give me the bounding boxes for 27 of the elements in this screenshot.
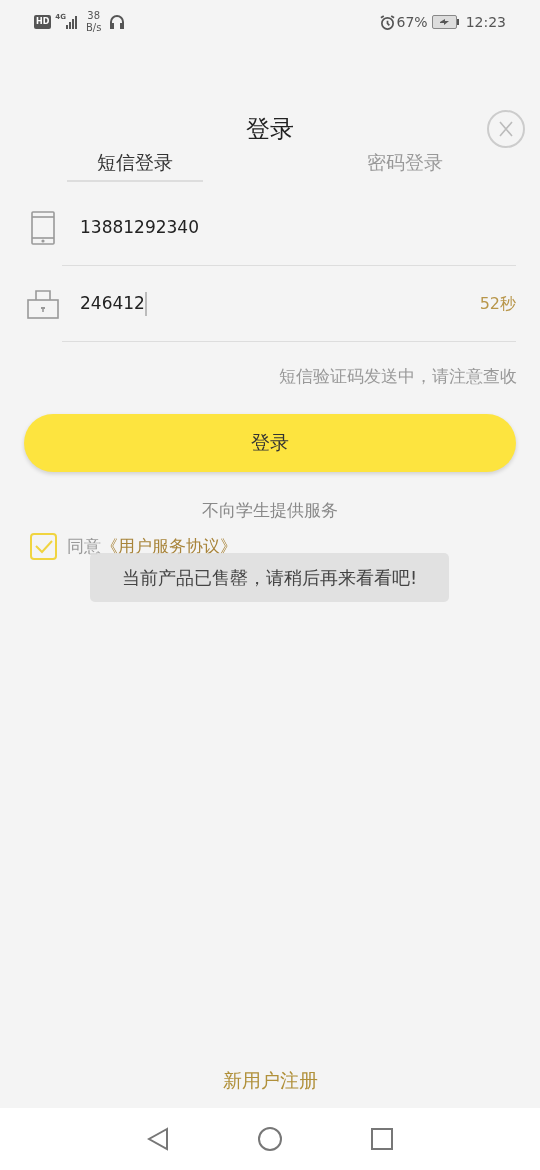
lock-icon <box>27 289 59 319</box>
student-notice: 不向学生提供服务 <box>201 498 339 522</box>
recent-apps-icon[interactable] <box>371 1128 393 1150</box>
hd-icon: HD <box>34 15 52 29</box>
alarm-icon <box>379 14 395 30</box>
back-icon[interactable] <box>147 1127 169 1151</box>
close-icon <box>499 121 513 137</box>
battery-percent: 67% <box>396 12 428 32</box>
phone-number-field[interactable]: 13881292340 <box>62 190 516 266</box>
text-cursor <box>144 291 147 316</box>
verification-code-field[interactable]: 246412 52秒 <box>62 266 516 342</box>
signal-icon <box>65 15 78 29</box>
headphones-icon <box>109 14 126 30</box>
clock-time: 12:23 <box>465 12 506 32</box>
page-title: 登录 <box>246 114 294 144</box>
battery-charging-icon <box>431 15 460 29</box>
phone-icon <box>31 211 55 245</box>
login-tab[interactable]: 短信登录 <box>67 144 203 182</box>
sold-out-toast: 当前产品已售罄，请稍后再来看看吧! <box>90 553 449 602</box>
countdown-timer: 52秒 <box>479 292 516 315</box>
login-button[interactable]: 登录 <box>24 413 516 472</box>
home-icon[interactable] <box>257 1126 283 1152</box>
speed-value: 38 <box>87 10 101 22</box>
sms-sending-hint: 短信验证码发送中，请注意查收 <box>278 365 518 388</box>
speed-unit: B/s <box>85 22 102 34</box>
agreement-checkbox[interactable] <box>30 533 57 560</box>
check-icon <box>34 539 53 554</box>
